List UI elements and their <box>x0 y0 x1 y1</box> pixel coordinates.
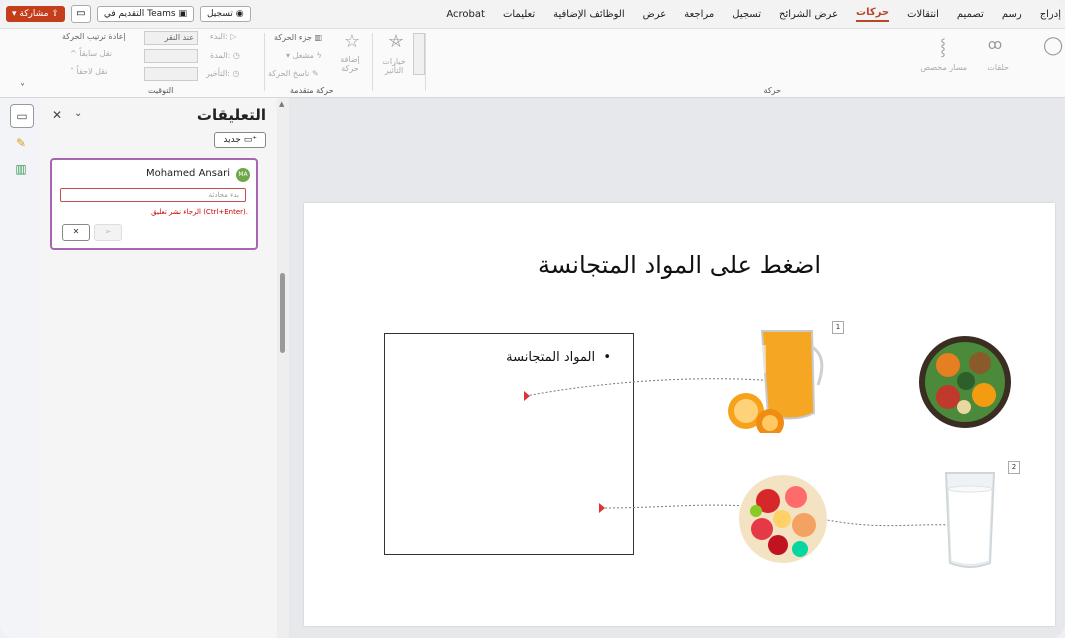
scrollbar-thumb[interactable] <box>280 273 285 353</box>
start-value: عند النقر <box>164 33 194 42</box>
animation-pane-icon[interactable]: ▥ <box>10 158 32 180</box>
new-comment-icon[interactable]: ✎ <box>10 132 32 154</box>
comments-toggle-icon[interactable]: ▭ <box>70 5 91 23</box>
delay-label-text: التأخير: <box>206 69 230 78</box>
comment-input[interactable]: بدء محادثة <box>60 188 246 202</box>
animation-group-label: حركة <box>763 86 781 95</box>
slide[interactable]: اضغط على المواد المتجانسة • المواد المتج… <box>304 203 1055 626</box>
reorder-label: إعادة ترتيب الحركة <box>62 32 126 41</box>
chevron-down-icon[interactable]: ⌄ <box>74 108 82 119</box>
painter-label: ناسخ الحركة <box>268 69 310 78</box>
tab-transitions[interactable]: انتقالات <box>907 9 939 20</box>
custom-path-label: مسار مخصص <box>920 63 967 72</box>
gallery-scroll[interactable] <box>413 33 425 75</box>
new-comment-label: جديد <box>223 135 241 145</box>
salad-image[interactable] <box>918 335 1012 429</box>
start-label-text: البدء: <box>210 32 228 41</box>
separator <box>425 33 426 91</box>
tab-animations[interactable]: حركات <box>856 7 890 22</box>
avatar: MA <box>236 168 250 182</box>
cancel-comment-button[interactable]: ✕ <box>62 224 90 241</box>
move-earlier-label: نقل سابقاً <box>79 49 112 58</box>
menu-bar: إدراج رسم تصميم انتقالات حركات عرض الشرا… <box>0 0 1065 29</box>
delay-spinner[interactable] <box>144 67 198 81</box>
post-comment-button[interactable]: ➢ <box>94 224 122 241</box>
add-animation-label[interactable]: إضافة حركة <box>333 55 367 73</box>
ribbon: ◯ ꝏ حلقات ⸾ مسار مخصص حركة ⛤ خيارات التأ… <box>0 29 1065 98</box>
loops-label: حلقات <box>987 63 1009 72</box>
milk-glass-image[interactable] <box>940 467 1000 573</box>
tab-review[interactable]: مراجعة <box>684 9 714 20</box>
orange-juice-image[interactable] <box>724 327 824 433</box>
close-icon[interactable]: ✕ <box>52 108 62 122</box>
move-later-button[interactable]: ˅ نقل لاحقاً <box>70 67 107 76</box>
tab-design[interactable]: تصميم <box>957 9 984 20</box>
pane-scrollbar[interactable]: ▲ <box>277 98 289 638</box>
ribbon-tabs: إدراج رسم تصميم انتقالات حركات عرض الشرا… <box>446 0 1065 28</box>
timing-group-label: التوقيت <box>148 86 174 95</box>
comment-card: MA Mohamed Ansari بدء محادثة الرجاء نشر … <box>50 158 258 250</box>
effect-options-icon[interactable]: ⛤ <box>382 31 410 52</box>
tab-insert[interactable]: إدراج <box>1040 9 1061 20</box>
start-dropdown[interactable]: عند النقر <box>144 31 198 45</box>
trigger-label: مشغل <box>292 51 314 60</box>
comment-error: الرجاء نشر تعليق (Ctrl+Enter). <box>151 208 248 216</box>
advanced-group-label: حركة متقدمة <box>290 86 334 95</box>
tab-view[interactable]: عرض <box>643 9 667 20</box>
teams-label: التقديم في Teams <box>103 9 176 19</box>
animation-marker-1[interactable]: 1 <box>832 321 844 334</box>
top-actions: ▾ مشاركة ⇪ ▭ التقديم في Teams ▣ تسجيل ◉ <box>6 5 251 23</box>
separator <box>372 33 373 91</box>
tab-addins[interactable]: الوظائف الإضافية <box>553 9 625 20</box>
record-label: تسجيل <box>206 9 233 19</box>
custom-path-icon[interactable]: ⸾ <box>933 35 953 57</box>
comment-author: Mohamed Ansari <box>145 168 230 179</box>
new-comment-button[interactable]: جديد ▭⁺ <box>214 132 266 148</box>
duration-spinner[interactable] <box>144 49 198 63</box>
add-animation-icon[interactable]: ☆ <box>338 31 366 52</box>
animation-pane-label: جزء الحركة <box>274 33 312 42</box>
duration-label-text: المدة: <box>210 51 231 60</box>
wheel-anim-icon[interactable]: ◯ <box>1043 35 1063 56</box>
present-teams-button[interactable]: التقديم في Teams ▣ <box>96 6 194 22</box>
animation-painter-button[interactable]: ناسخ الحركة ✎ <box>268 69 319 78</box>
animation-marker-2[interactable]: 2 <box>1008 461 1020 474</box>
tab-draw[interactable]: رسم <box>1002 9 1022 20</box>
record-button[interactable]: تسجيل ◉ <box>199 6 251 22</box>
effect-options-label[interactable]: خيارات التأثير <box>376 57 412 75</box>
trigger-button[interactable]: ▾ مشغل ϟ <box>286 51 322 60</box>
tab-acrobat[interactable]: Acrobat <box>446 9 485 20</box>
collapse-ribbon-icon[interactable]: ˅ <box>20 83 25 94</box>
loops-icon[interactable]: ꝏ <box>983 37 1007 53</box>
tab-slideshow[interactable]: عرض الشرائح <box>779 9 838 20</box>
tab-record[interactable]: تسجيل <box>732 9 761 20</box>
animation-pane-button[interactable]: جزء الحركة ▥ <box>274 33 322 42</box>
fruit-bowl-image[interactable] <box>738 473 828 565</box>
left-rail: ▭ ✎ ▥ <box>0 98 40 638</box>
move-earlier-button[interactable]: ^ نقل سابقاً <box>70 49 112 58</box>
start-label: البدء: ▷ <box>210 32 237 41</box>
duration-label: المدة: ◷ <box>210 51 240 60</box>
comments-title: التعليقات <box>196 106 266 124</box>
move-later-label: نقل لاحقاً <box>76 67 108 76</box>
share-button[interactable]: ▾ مشاركة ⇪ <box>6 6 65 22</box>
share-label: مشاركة <box>19 9 49 19</box>
tab-help[interactable]: تعليمات <box>503 9 535 20</box>
comments-pane: التعليقات ✕ ⌄ جديد ▭⁺ MA Mohamed Ansari … <box>40 98 276 638</box>
scroll-up-icon[interactable]: ▲ <box>279 100 284 108</box>
comments-pane-icon[interactable]: ▭ <box>10 104 34 128</box>
delay-label: التأخير: ◷ <box>206 69 240 78</box>
separator <box>264 33 265 91</box>
powerpoint-window: إدراج رسم تصميم انتقالات حركات عرض الشرا… <box>0 0 1065 638</box>
